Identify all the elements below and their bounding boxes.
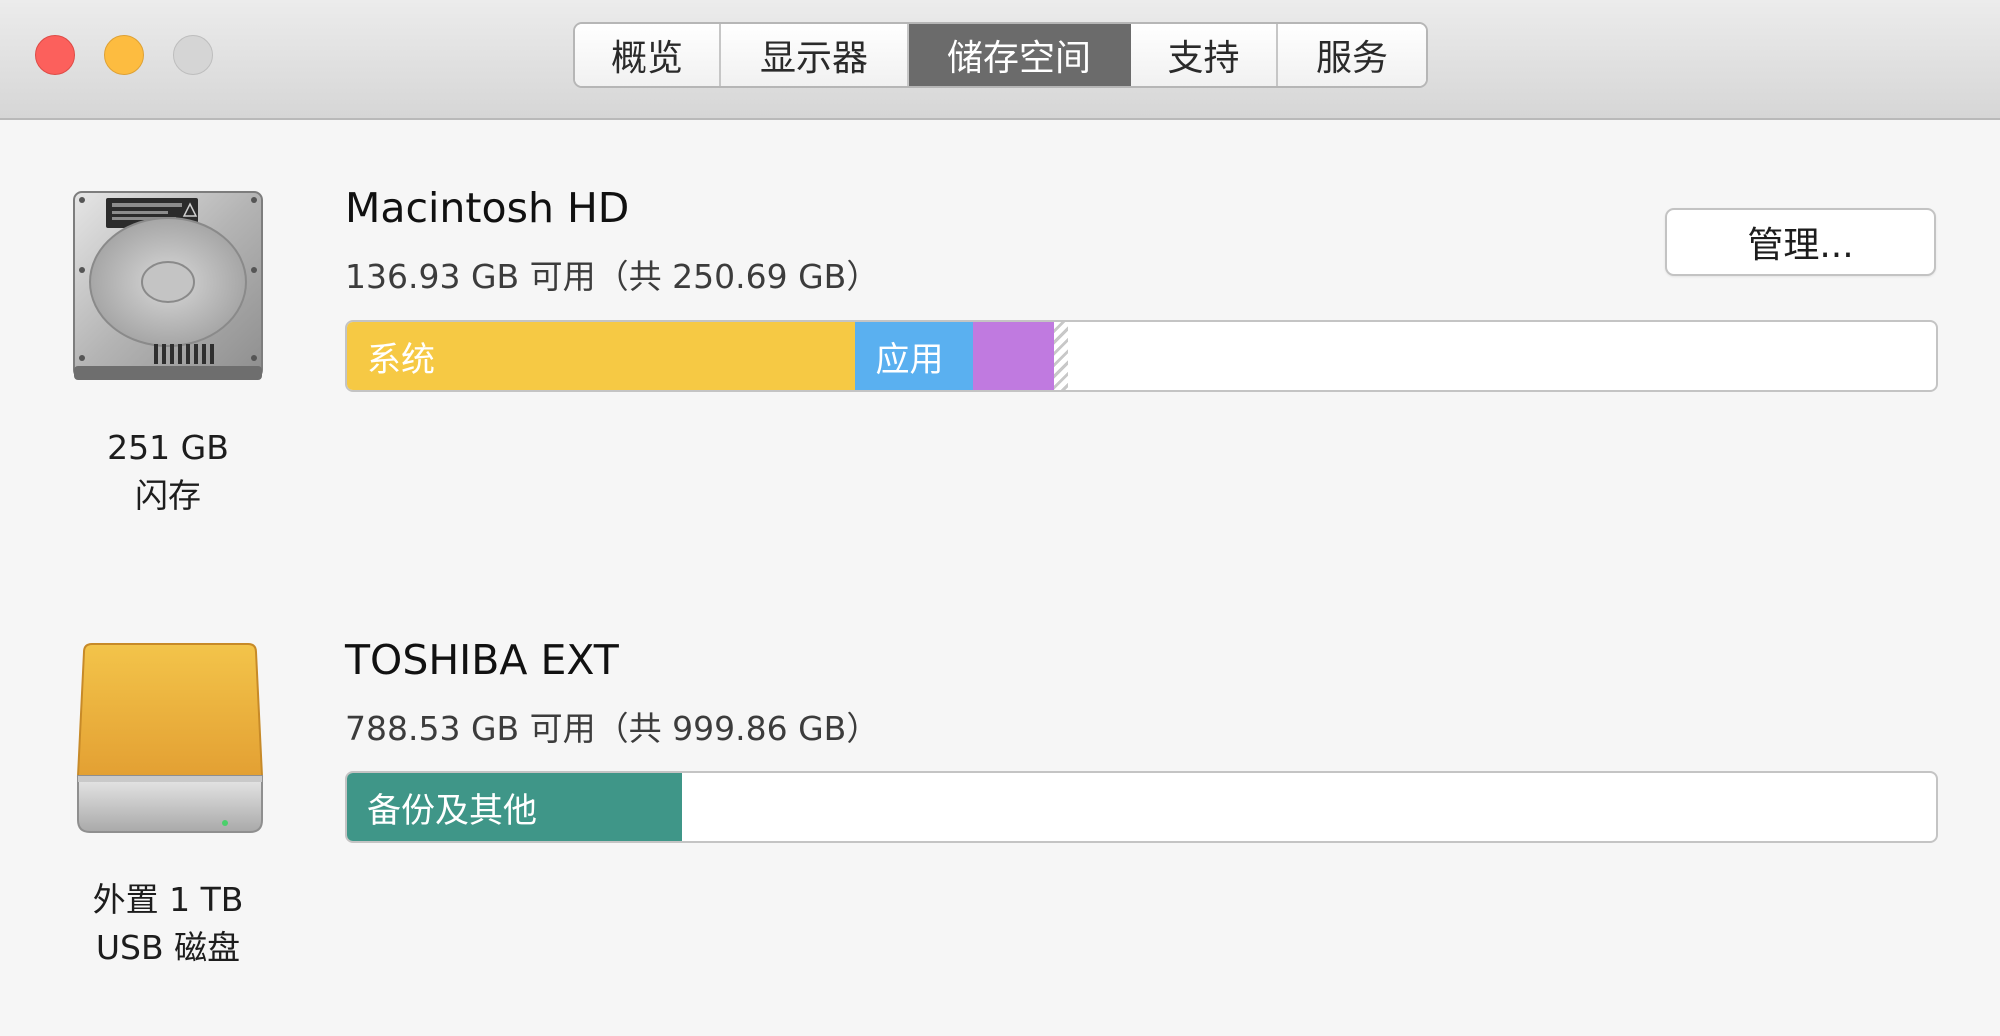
internal-hard-drive-icon [68, 186, 268, 390]
storage-usage-bar: 备份及其他 [345, 771, 1938, 843]
title-bar: 概览 显示器 储存空间 支持 服务 [0, 0, 2000, 120]
storage-segment: 备份及其他 [347, 773, 683, 841]
drive-capacity-size: 251 GB [107, 428, 229, 467]
storage-segment-label: 备份及其他 [367, 790, 537, 831]
drive-capacity-size: 外置 1 TB [92, 880, 244, 919]
close-window-button[interactable] [35, 35, 75, 75]
drive-availability: 788.53 GB 可用（共 999.86 GB） [345, 709, 880, 748]
tab-bar: 概览 显示器 储存空间 支持 服务 [573, 22, 1428, 88]
manage-button[interactable]: 管理... [1665, 208, 1936, 276]
drive-capacity-caption: 251 GB 闪存 [48, 424, 288, 520]
tab-overview[interactable]: 概览 [575, 24, 721, 86]
tab-support[interactable]: 支持 [1131, 24, 1278, 86]
drive-capacity-type: USB 磁盘 [95, 928, 241, 967]
drive-capacity-caption: 外置 1 TB USB 磁盘 [48, 876, 288, 972]
storage-segment [973, 322, 1055, 390]
zoom-window-button[interactable] [173, 35, 213, 75]
external-usb-drive-icon [72, 636, 268, 850]
drive-name: Macintosh HD [345, 184, 630, 232]
storage-segment [1054, 322, 1069, 390]
tab-storage[interactable]: 储存空间 [909, 24, 1131, 86]
drive-availability: 136.93 GB 可用（共 250.69 GB） [345, 257, 880, 296]
tab-service[interactable]: 服务 [1278, 24, 1426, 86]
storage-segment-label: 应用 [875, 339, 944, 380]
storage-segment-label: 系统 [367, 339, 435, 380]
minimize-window-button[interactable] [104, 35, 144, 75]
storage-usage-bar: 系统 应用 [345, 320, 1938, 392]
tab-displays[interactable]: 显示器 [721, 24, 909, 86]
drive-name: TOSHIBA EXT [345, 636, 619, 684]
drive-capacity-type: 闪存 [135, 476, 201, 515]
storage-segment: 系统 [347, 322, 856, 390]
storage-segment: 应用 [855, 322, 974, 390]
